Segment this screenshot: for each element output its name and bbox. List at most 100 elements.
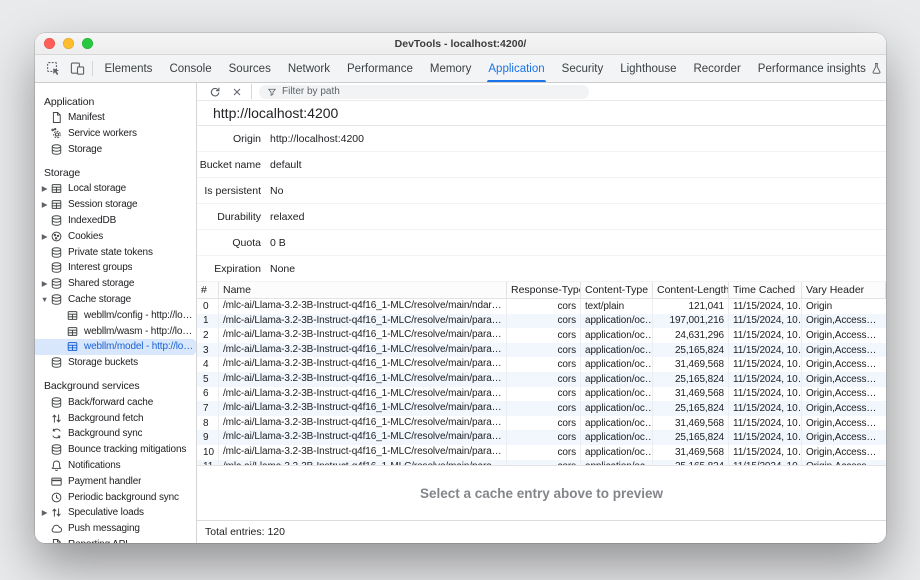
- disclosure-arrow-icon[interactable]: ▼: [39, 295, 50, 304]
- cell-content-type: text/plain: [581, 299, 653, 314]
- sidebar-item[interactable]: Background sync: [35, 426, 196, 442]
- column-header[interactable]: Name: [219, 282, 507, 298]
- sidebar-item-label: webllm/model - http://loc…: [84, 341, 196, 352]
- window-title: DevTools - localhost:4200/: [395, 38, 527, 50]
- disclosure-arrow-icon[interactable]: ▶: [39, 508, 50, 517]
- column-header[interactable]: Response-Type: [507, 282, 581, 298]
- filter-input[interactable]: [282, 86, 581, 97]
- tab-label: Network: [288, 63, 330, 75]
- panel-tab[interactable]: Recorder: [685, 55, 749, 82]
- zoom-window-button[interactable]: [82, 38, 93, 49]
- sidebar-item[interactable]: ▼ Cache storage: [35, 292, 196, 308]
- tab-label: Lighthouse: [620, 63, 676, 75]
- table-row[interactable]: 4 /mlc-ai/Llama-3.2-3B-Instruct-q4f16_1-…: [197, 357, 886, 372]
- cell-vary-header: Origin,Access…: [802, 314, 886, 329]
- cell-index: 0: [197, 299, 219, 314]
- sidebar-item[interactable]: Storage buckets: [35, 355, 196, 371]
- sidebar-item[interactable]: Payment handler: [35, 473, 196, 489]
- sidebar-item[interactable]: webllm/model - http://loc…: [35, 339, 196, 355]
- sidebar-item[interactable]: ▶ Shared storage: [35, 276, 196, 292]
- sidebar-item[interactable]: Background fetch: [35, 410, 196, 426]
- column-header[interactable]: Vary Header: [802, 282, 886, 298]
- cell-content-length: 25,165,824: [653, 372, 729, 387]
- disclosure-arrow-icon[interactable]: ▶: [39, 184, 50, 193]
- cell-response-type: cors: [507, 328, 581, 343]
- sidebar-item[interactable]: ▶ Session storage: [35, 197, 196, 213]
- sidebar-item[interactable]: Push messaging: [35, 521, 196, 537]
- column-header[interactable]: #: [197, 282, 219, 298]
- panel-tab[interactable]: Memory: [421, 55, 480, 82]
- panel-tab[interactable]: Network: [279, 55, 338, 82]
- panel-tab[interactable]: Security: [553, 55, 612, 82]
- sidebar-item-label: Storage: [68, 144, 102, 155]
- sidebar-item-label: Storage buckets: [68, 357, 138, 368]
- sidebar-item[interactable]: Storage: [35, 141, 196, 157]
- cell-response-type: cors: [507, 387, 581, 402]
- sidebar-item[interactable]: webllm/wasm - http://loca…: [35, 323, 196, 339]
- sidebar-item[interactable]: ▶ Local storage: [35, 181, 196, 197]
- table-row[interactable]: 5 /mlc-ai/Llama-3.2-3B-Instruct-q4f16_1-…: [197, 372, 886, 387]
- sidebar-item-label: Cookies: [68, 231, 103, 242]
- cell-content-length: 31,469,568: [653, 416, 729, 431]
- preview-placeholder-text: Select a cache entry above to preview: [420, 486, 663, 501]
- table-row[interactable]: 2 /mlc-ai/Llama-3.2-3B-Instruct-q4f16_1-…: [197, 328, 886, 343]
- sidebar-item: Application: [35, 94, 196, 110]
- filter-field[interactable]: [259, 85, 589, 99]
- refresh-button[interactable]: [204, 86, 226, 98]
- sidebar-item[interactable]: Periodic background sync: [35, 489, 196, 505]
- disclosure-arrow-icon[interactable]: ▶: [39, 279, 50, 288]
- table-row[interactable]: 10 /mlc-ai/Llama-3.2-3B-Instruct-q4f16_1…: [197, 445, 886, 460]
- minimize-window-button[interactable]: [63, 38, 74, 49]
- sidebar-item[interactable]: ▶ Cookies: [35, 228, 196, 244]
- cache-toolbar: [197, 83, 886, 101]
- disclosure-arrow-icon[interactable]: ▶: [39, 200, 50, 209]
- panel-tab[interactable]: Application: [480, 55, 553, 82]
- sidebar-item-label: Interest groups: [68, 262, 132, 273]
- panel-tab[interactable]: Elements: [96, 55, 161, 82]
- cell-content-type: application/oc…: [581, 387, 653, 402]
- table-row[interactable]: 6 /mlc-ai/Llama-3.2-3B-Instruct-q4f16_1-…: [197, 387, 886, 402]
- toggle-device-toolbar-button[interactable]: [65, 55, 89, 82]
- panel-tab[interactable]: Sources: [220, 55, 279, 82]
- cell-time-cached: 11/15/2024, 10…: [729, 299, 802, 314]
- panel-tab[interactable]: Performance: [339, 55, 422, 82]
- inspect-element-button[interactable]: [41, 55, 65, 82]
- cell-content-type: application/oc…: [581, 343, 653, 358]
- meta-value: None: [270, 263, 295, 275]
- cell-content-length: 197,001,216: [653, 314, 729, 329]
- delete-selected-button[interactable]: [226, 86, 248, 98]
- tab-label: Console: [169, 63, 211, 75]
- table-row[interactable]: 3 /mlc-ai/Llama-3.2-3B-Instruct-q4f16_1-…: [197, 343, 886, 358]
- sidebar-item[interactable]: Service workers: [35, 126, 196, 142]
- database-icon: [50, 214, 63, 227]
- column-header[interactable]: Time Cached: [729, 282, 802, 298]
- sidebar-item[interactable]: ▶ Speculative loads: [35, 505, 196, 521]
- column-header[interactable]: Content-Type: [581, 282, 653, 298]
- panel-tab[interactable]: Lighthouse: [612, 55, 685, 82]
- cell-vary-header: Origin,Access…: [802, 387, 886, 402]
- sidebar-item[interactable]: Manifest: [35, 110, 196, 126]
- sidebar-item[interactable]: Private state tokens: [35, 244, 196, 260]
- sidebar-item[interactable]: Reporting API: [35, 537, 196, 543]
- table-row[interactable]: 8 /mlc-ai/Llama-3.2-3B-Instruct-q4f16_1-…: [197, 416, 886, 431]
- sidebar-item[interactable]: Notifications: [35, 458, 196, 474]
- sidebar-item[interactable]: Bounce tracking mitigations: [35, 442, 196, 458]
- card-icon: [50, 475, 63, 488]
- column-header[interactable]: Content-Length: [653, 282, 729, 298]
- table-row[interactable]: 0 /mlc-ai/Llama-3.2-3B-Instruct-q4f16_1-…: [197, 299, 886, 314]
- sidebar-item[interactable]: Back/forward cache: [35, 394, 196, 410]
- close-window-button[interactable]: [44, 38, 55, 49]
- table-row[interactable]: 9 /mlc-ai/Llama-3.2-3B-Instruct-q4f16_1-…: [197, 430, 886, 445]
- sidebar-item[interactable]: IndexedDB: [35, 213, 196, 229]
- sidebar-item[interactable]: Interest groups: [35, 260, 196, 276]
- disclosure-arrow-icon[interactable]: ▶: [39, 232, 50, 241]
- table-row[interactable]: 1 /mlc-ai/Llama-3.2-3B-Instruct-q4f16_1-…: [197, 314, 886, 329]
- sidebar-item[interactable]: webllm/config - http://loc…: [35, 307, 196, 323]
- cell-content-length: 31,469,568: [653, 445, 729, 460]
- table-row[interactable]: 7 /mlc-ai/Llama-3.2-3B-Instruct-q4f16_1-…: [197, 401, 886, 416]
- sidebar-item-label: Background services: [44, 380, 140, 392]
- meta-value: 0 B: [270, 237, 286, 249]
- cell-vary-header: Origin,Access…: [802, 357, 886, 372]
- panel-tab[interactable]: Performance insights: [749, 55, 886, 82]
- panel-tab[interactable]: Console: [161, 55, 220, 82]
